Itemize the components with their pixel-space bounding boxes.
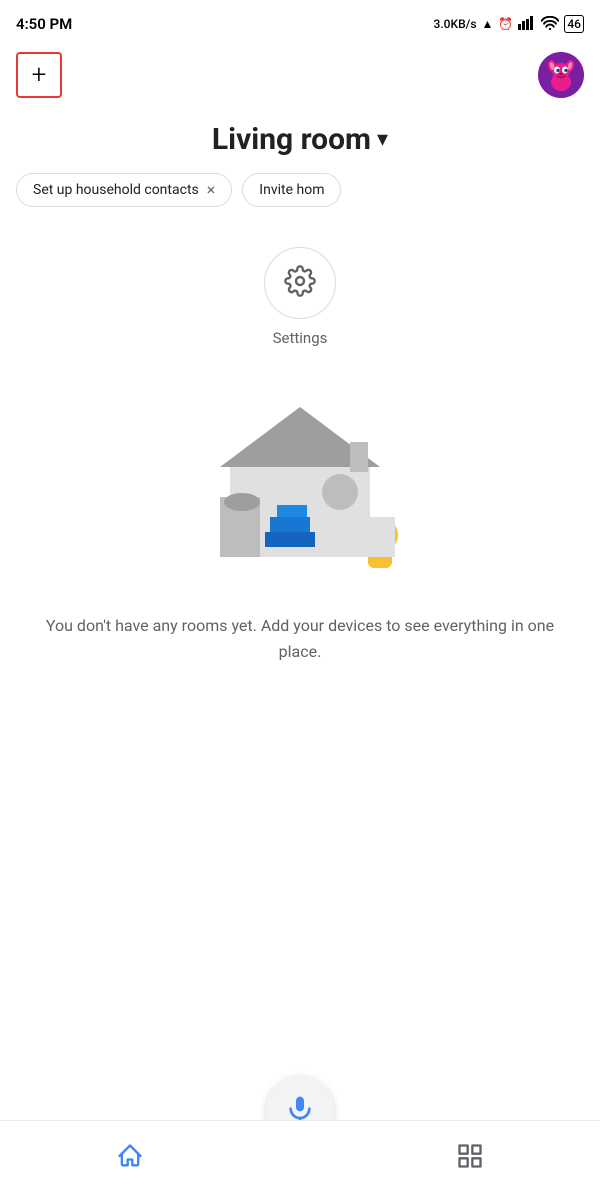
status-time: 4:50 PM [16,15,72,33]
status-bar: 4:50 PM 3.0KB/s ▲ ⏰ 46 [0,0,600,44]
menu-icon [456,1142,484,1174]
plus-icon: + [32,62,47,88]
nav-menu[interactable] [340,1142,600,1174]
bottom-spacer [0,704,600,864]
empty-message: You don't have any rooms yet. Add your d… [46,616,554,661]
settings-area: Settings [0,223,600,367]
settings-label: Settings [273,329,328,347]
nav-home[interactable] [0,1142,260,1174]
avatar[interactable] [538,52,584,98]
bluetooth-icon: ▲ [482,17,494,31]
chips-row: Set up household contacts × Invite hom [0,169,600,223]
household-contacts-chip[interactable]: Set up household contacts × [16,173,232,207]
chevron-down-icon[interactable]: ▾ [377,127,388,152]
alarm-icon: ⏰ [498,17,513,31]
chip-label: Set up household contacts [33,182,199,198]
network-speed: 3.0KB/s [434,17,477,31]
room-title: Living room [212,122,371,157]
home-icon [116,1142,144,1174]
empty-illustration [0,367,600,597]
battery-container: 46 [564,15,584,33]
status-icons: 3.0KB/s ▲ ⏰ 46 [434,15,584,33]
invite-chip-label: Invite hom [259,182,324,198]
add-button[interactable]: + [16,52,62,98]
room-title-area: Living room ▾ [0,106,600,169]
settings-button[interactable] [264,247,336,319]
close-icon[interactable]: × [207,182,216,198]
bottom-nav [0,1120,600,1200]
gear-icon [284,265,316,301]
wifi-icon [541,16,559,33]
invite-chip[interactable]: Invite hom [242,173,341,207]
header: + [0,44,600,106]
signal-icon [518,16,536,33]
battery-level: 46 [567,17,581,31]
empty-state-text: You don't have any rooms yet. Add your d… [0,597,600,704]
